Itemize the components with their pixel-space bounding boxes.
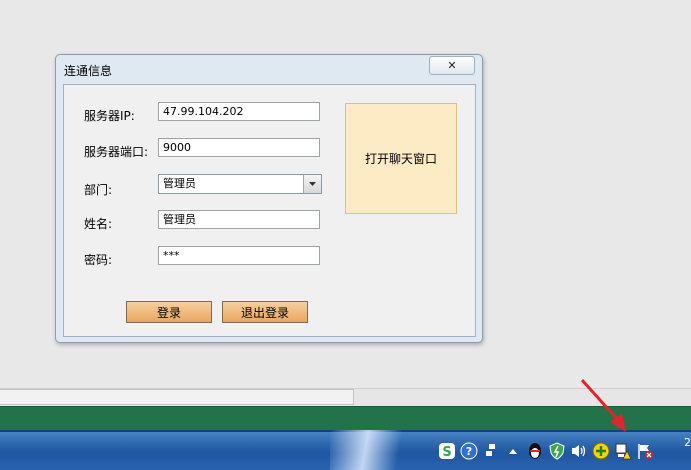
network-small-icon[interactable] [480, 440, 502, 462]
red-arrow-annotation [580, 378, 626, 432]
horizontal-scrollbar[interactable] [0, 389, 354, 405]
close-button[interactable]: ✕ [429, 56, 475, 75]
department-selected-value: 管理员 [163, 177, 196, 190]
open-chat-window-button[interactable]: 打开聊天窗口 [345, 103, 457, 214]
name-input[interactable]: 管理员 [158, 210, 320, 229]
login-button[interactable]: 登录 [126, 301, 212, 323]
dialog-client-area: 服务器IP: 47.99.104.202 服务器端口: 9000 部门: 管理员… [63, 84, 476, 337]
svg-text:?: ? [466, 445, 472, 458]
connection-info-dialog: 连通信息 ✕ 服务器IP: 47.99.104.202 服务器端口: 9000 … [55, 54, 483, 343]
dialog-titlebar[interactable]: 连通信息 ✕ [56, 55, 482, 83]
dialog-title: 连通信息 [64, 64, 113, 78]
shield-icon[interactable] [546, 440, 568, 462]
network-warning-icon[interactable] [612, 440, 634, 462]
close-icon: ✕ [447, 59, 457, 72]
password-input[interactable]: *** [158, 246, 320, 265]
flag-error-icon[interactable] [634, 440, 656, 462]
qq-penguin-icon[interactable] [524, 440, 546, 462]
system-tray: S ? [436, 438, 656, 464]
chevron-down-icon [309, 182, 316, 186]
server-port-label: 服务器端口: [84, 145, 149, 159]
sogou-s-icon[interactable]: S [436, 440, 458, 462]
server-ip-input[interactable]: 47.99.104.202 [158, 102, 320, 121]
up-arrow-icon[interactable] [502, 440, 524, 462]
help-icon[interactable]: ? [458, 440, 480, 462]
taskbar-highlight [330, 430, 420, 470]
department-select[interactable]: 管理员 [158, 174, 322, 194]
server-ip-label: 服务器IP: [84, 109, 135, 123]
clock-text[interactable]: 2 [684, 436, 691, 449]
logout-button[interactable]: 退出登录 [222, 301, 308, 323]
server-port-input[interactable]: 9000 [158, 138, 320, 157]
department-label: 部门: [84, 183, 113, 197]
volume-icon[interactable] [568, 440, 590, 462]
svg-text:S: S [442, 445, 451, 460]
password-label: 密码: [84, 253, 113, 267]
dropdown-button[interactable] [303, 175, 321, 193]
name-label: 姓名: [84, 217, 113, 231]
plus-circle-icon[interactable] [590, 440, 612, 462]
